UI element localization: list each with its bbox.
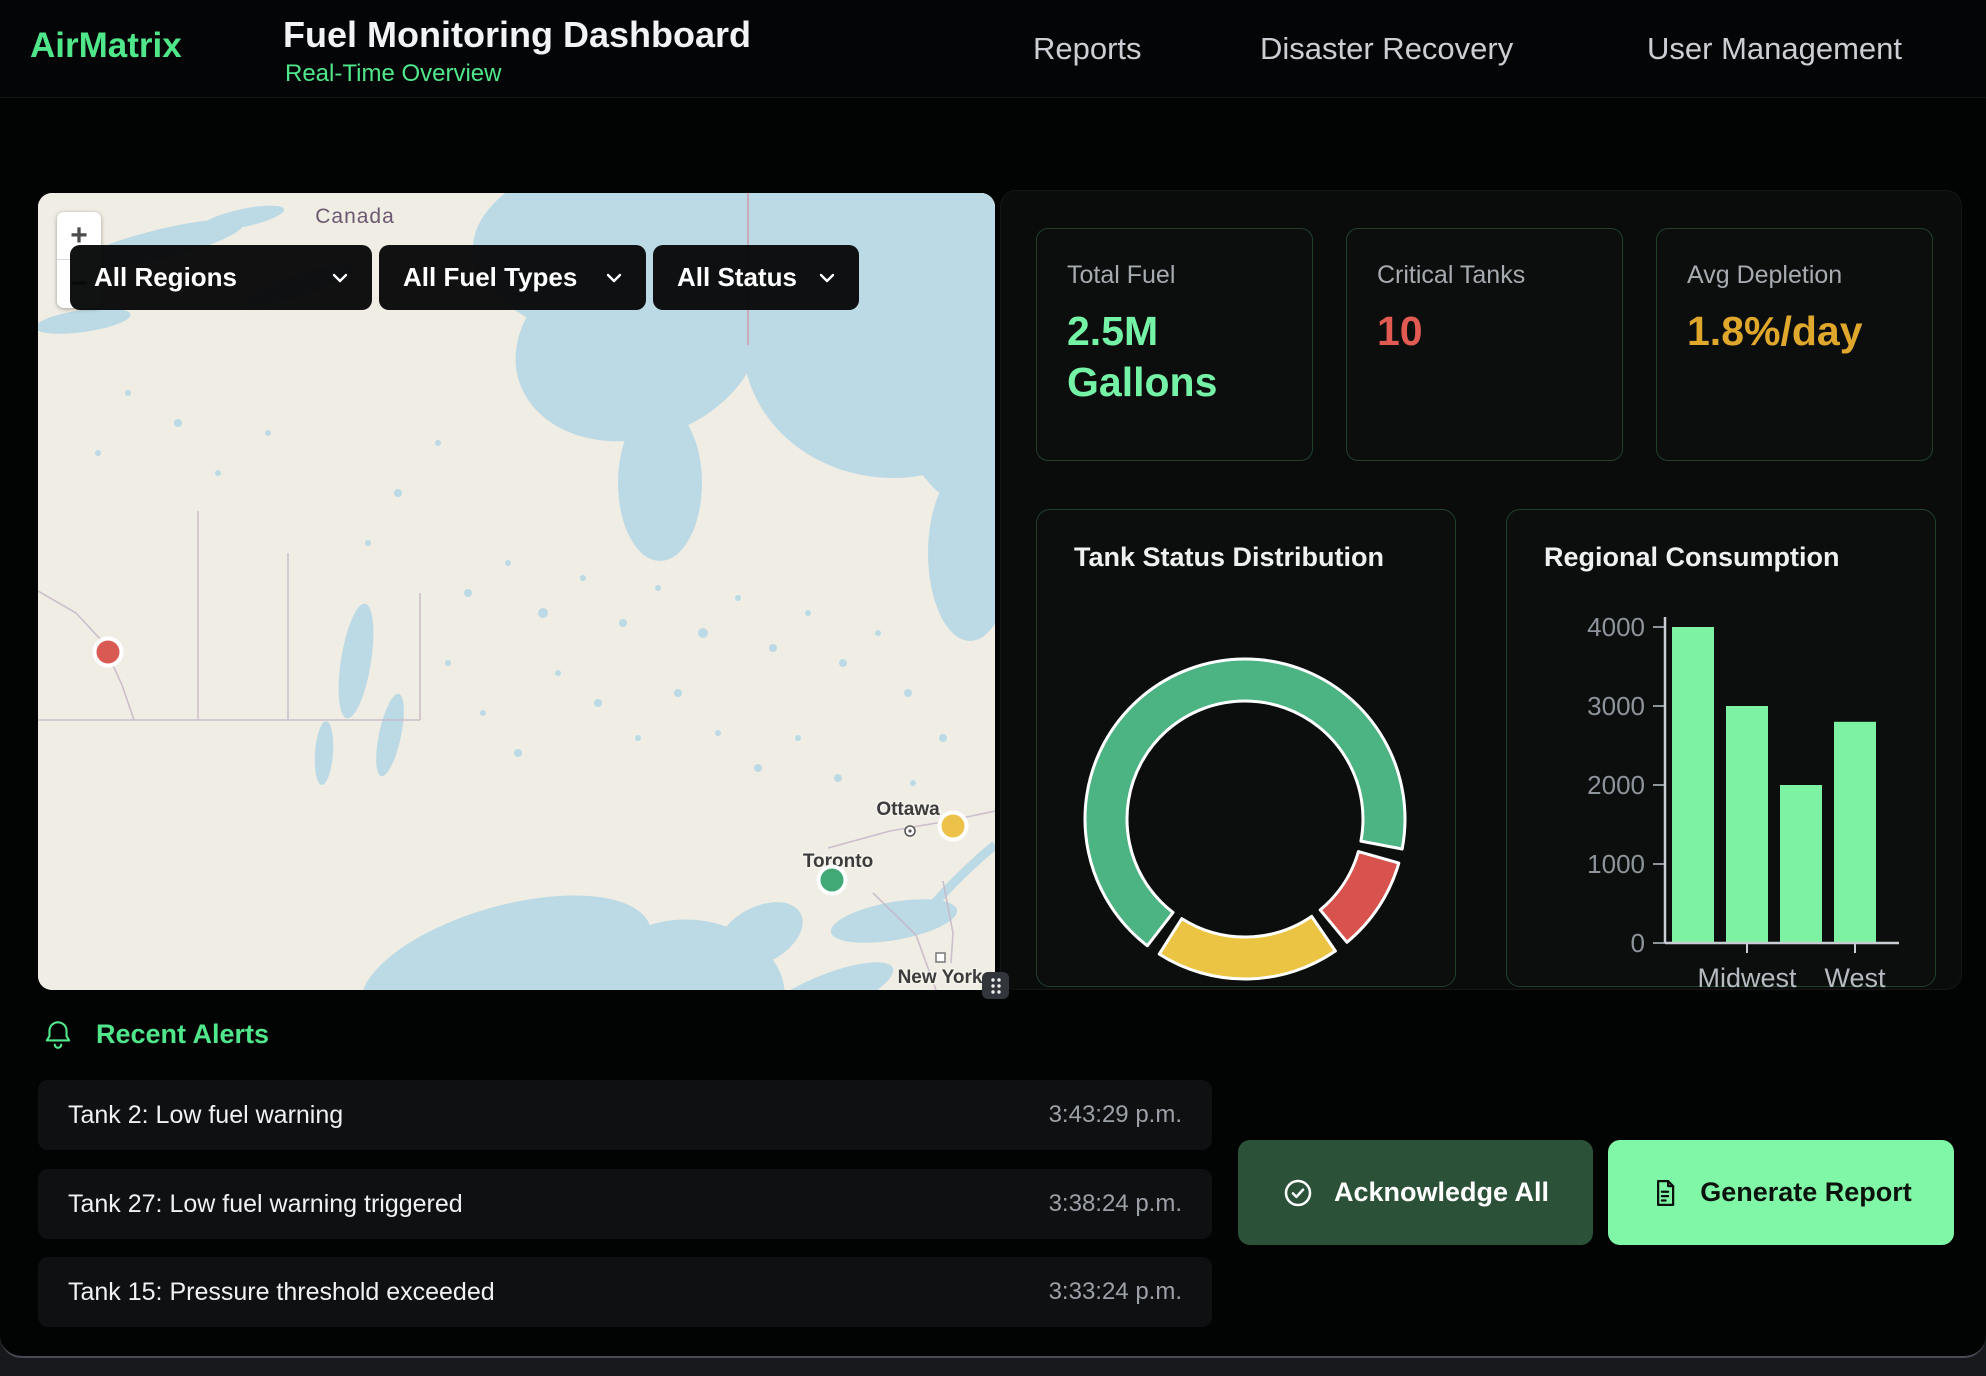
stat-card-critical-tanks: Critical Tanks 10: [1346, 228, 1623, 461]
capital-marker-dot: [908, 829, 911, 832]
bar-2: [1780, 785, 1822, 943]
bar-0: [1672, 627, 1714, 943]
map-filter-bar: All Regions All Fuel Types All Status: [70, 245, 859, 310]
city-marker-icon: [936, 953, 945, 962]
map-marker-critical[interactable]: [95, 639, 122, 666]
donut-segment-critical: [1320, 852, 1399, 943]
fuel-types-dropdown[interactable]: All Fuel Types: [379, 245, 646, 310]
chevron-down-icon: [606, 273, 622, 283]
status-dropdown[interactable]: All Status: [653, 245, 859, 310]
y-tick-label: 0: [1631, 928, 1645, 958]
page-title: Fuel Monitoring Dashboard: [283, 14, 751, 56]
map-canvas[interactable]: Canada Ottawa Toronto New York + −: [38, 193, 995, 990]
regional-consumption-bar-chart: 0 1000 2000 3000 4000 Midwest West: [1507, 510, 1937, 988]
y-tick-label: 3000: [1587, 691, 1645, 721]
regions-dropdown[interactable]: All Regions: [70, 245, 372, 310]
map-label-ottawa: Ottawa: [876, 799, 940, 820]
nav-disaster-recovery[interactable]: Disaster Recovery: [1260, 31, 1513, 67]
chevron-down-icon: [332, 273, 348, 283]
page-subtitle: Real-Time Overview: [285, 60, 501, 88]
document-icon: [1650, 1178, 1680, 1208]
alert-time: 3:38:24 p.m.: [1049, 1190, 1182, 1218]
map-label-new-york: New York: [898, 967, 983, 988]
y-tick-label: 4000: [1587, 612, 1645, 642]
brand-logo: AirMatrix: [30, 26, 182, 66]
nav-reports[interactable]: Reports: [1033, 31, 1142, 67]
nav-user-management[interactable]: User Management: [1647, 31, 1902, 67]
chart-title: Tank Status Distribution: [1074, 542, 1384, 573]
generate-report-label: Generate Report: [1700, 1177, 1912, 1208]
stat-label: Critical Tanks: [1377, 261, 1592, 290]
stat-label: Total Fuel: [1067, 261, 1282, 290]
tank-status-donut-chart: [1077, 651, 1413, 987]
dashboard-page: AirMatrix Fuel Monitoring Dashboard Real…: [0, 0, 1986, 1376]
alerts-title: Recent Alerts: [96, 1019, 269, 1050]
bar-3: [1834, 722, 1876, 943]
metrics-panel: Total Fuel 2.5M Gallons Critical Tanks 1…: [1000, 190, 1962, 990]
map-resize-handle[interactable]: [982, 972, 1009, 999]
map-panel: Canada Ottawa Toronto New York + −: [38, 193, 995, 990]
check-circle-icon: [1282, 1177, 1314, 1209]
stat-value: 2.5M Gallons: [1067, 306, 1282, 409]
alert-row[interactable]: Tank 27: Low fuel warning triggered 3:38…: [38, 1169, 1212, 1239]
acknowledge-all-button[interactable]: Acknowledge All: [1238, 1140, 1593, 1245]
alert-time: 3:43:29 p.m.: [1049, 1101, 1182, 1129]
bell-icon: [42, 1018, 74, 1050]
stat-value: 10: [1377, 306, 1592, 357]
alerts-header: Recent Alerts: [42, 1018, 269, 1050]
chevron-down-icon: [819, 273, 835, 283]
acknowledge-all-label: Acknowledge All: [1334, 1177, 1549, 1208]
x-tick-label: Midwest: [1697, 963, 1797, 988]
regional-consumption-chart-card: Regional Consumption 01000200030004000Mi…: [1506, 509, 1936, 987]
app-header: AirMatrix Fuel Monitoring Dashboard Real…: [0, 0, 1986, 98]
map-marker-normal[interactable]: [819, 867, 846, 894]
generate-report-button[interactable]: Generate Report: [1608, 1140, 1954, 1245]
stat-card-total-fuel: Total Fuel 2.5M Gallons: [1036, 228, 1313, 461]
fuel-types-dropdown-label: All Fuel Types: [403, 262, 577, 293]
alert-row[interactable]: Tank 15: Pressure threshold exceeded 3:3…: [38, 1257, 1212, 1327]
donut-segment-warning: [1159, 916, 1335, 979]
alert-text: Tank 15: Pressure threshold exceeded: [68, 1278, 495, 1307]
x-tick-label: West: [1824, 963, 1886, 988]
y-tick-label: 2000: [1587, 770, 1645, 800]
alert-time: 3:33:24 p.m.: [1049, 1278, 1182, 1306]
grip-dots-icon: [987, 976, 1005, 996]
map-graphic: Canada Ottawa Toronto New York: [38, 193, 995, 990]
map-label-canada: Canada: [315, 205, 395, 228]
stat-label: Avg Depletion: [1687, 261, 1902, 290]
status-dropdown-label: All Status: [677, 262, 797, 293]
alert-text: Tank 2: Low fuel warning: [68, 1101, 343, 1130]
alert-row[interactable]: Tank 2: Low fuel warning 3:43:29 p.m.: [38, 1080, 1212, 1150]
stat-value: 1.8%/day: [1687, 306, 1902, 357]
alert-text: Tank 27: Low fuel warning triggered: [68, 1190, 463, 1219]
regions-dropdown-label: All Regions: [94, 262, 237, 293]
y-tick-label: 1000: [1587, 849, 1645, 879]
tank-status-chart-card: Tank Status Distribution: [1036, 509, 1456, 987]
bar-1: [1726, 706, 1768, 943]
app-window: AirMatrix Fuel Monitoring Dashboard Real…: [0, 0, 1986, 1358]
map-marker-warning[interactable]: [940, 813, 967, 840]
stat-card-avg-depletion: Avg Depletion 1.8%/day: [1656, 228, 1933, 461]
